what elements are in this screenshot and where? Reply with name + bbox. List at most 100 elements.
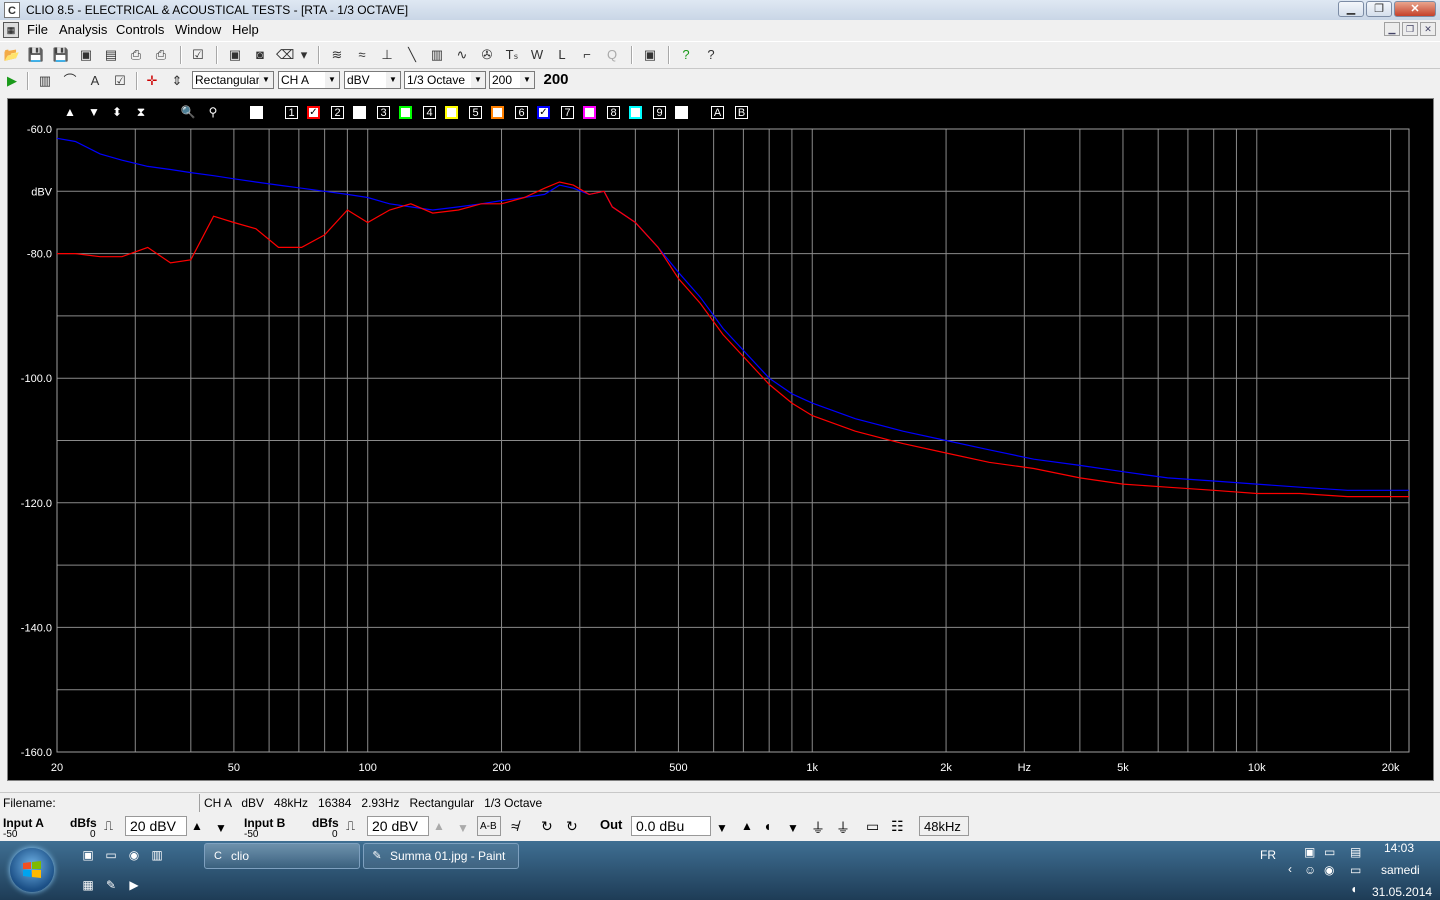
- menu-help[interactable]: Help: [232, 22, 259, 37]
- task-paint[interactable]: ✎ Summa 01.jpg - Paint: [363, 843, 519, 869]
- overlay-slot-8-number[interactable]: 8: [607, 106, 620, 119]
- spectrum-icon[interactable]: ▥: [36, 72, 54, 90]
- quicklaunch-media-icon[interactable]: ▶: [126, 877, 142, 893]
- mdi-document-icon[interactable]: ▦: [3, 22, 19, 38]
- link-icon[interactable]: ▭: [866, 818, 879, 835]
- sine-icon[interactable]: ∿: [453, 46, 471, 64]
- overlay-slot-4-number[interactable]: 4: [423, 106, 436, 119]
- tray-users-icon[interactable]: ☺: [1304, 863, 1316, 877]
- averages-select[interactable]: 200 ▼: [489, 71, 535, 89]
- overlay-slot-2-number[interactable]: 2: [331, 106, 344, 119]
- overlay-slot-2-checkbox[interactable]: [353, 106, 366, 119]
- quicklaunch-paint-icon[interactable]: ✎: [103, 877, 119, 893]
- overlay-slot-9-checkbox[interactable]: [675, 106, 688, 119]
- output-down-icon[interactable]: ▼: [716, 821, 728, 835]
- overlay-slot-6-number[interactable]: 6: [515, 106, 528, 119]
- tray-volume-icon[interactable]: ◖: [1350, 882, 1357, 896]
- clock-day[interactable]: samedi: [1381, 863, 1420, 877]
- speaker-dropdown-icon[interactable]: ▼: [787, 821, 799, 835]
- menu-window[interactable]: Window: [175, 22, 221, 37]
- input-b-range[interactable]: 20 dBV: [367, 816, 429, 836]
- quicklaunch-library-icon[interactable]: ▥: [149, 847, 165, 863]
- scale-up-icon[interactable]: ▲: [63, 105, 77, 121]
- overlay-clear-checkbox[interactable]: [250, 106, 263, 119]
- leq-icon[interactable]: L: [553, 46, 571, 64]
- overlay-slot-9-number[interactable]: 9: [653, 106, 666, 119]
- clock-time[interactable]: 14:03: [1384, 841, 1414, 855]
- sample-rate[interactable]: 48kHz: [919, 816, 969, 836]
- input-a-range[interactable]: 20 dBV: [125, 816, 187, 836]
- scale-down-icon[interactable]: ▼: [87, 105, 101, 121]
- camera-icon[interactable]: ◙: [251, 46, 269, 64]
- phantom-a-icon[interactable]: ⏚: [811, 818, 825, 838]
- overlay-slot-7-number[interactable]: 7: [561, 106, 574, 119]
- multimeter-icon[interactable]: ✇: [478, 46, 496, 64]
- overlay-slot-3-checkbox[interactable]: [399, 106, 412, 119]
- hardware-icon[interactable]: ☷: [891, 818, 904, 835]
- impulse-icon[interactable]: ⊥: [378, 46, 396, 64]
- zoom-out-icon[interactable]: ⚲: [205, 105, 221, 121]
- a-minus-b-button[interactable]: A-B: [477, 816, 501, 836]
- close-button[interactable]: ✕: [1394, 1, 1436, 17]
- waveform-icon[interactable]: ≋: [328, 46, 346, 64]
- decay-icon[interactable]: ╲: [403, 46, 421, 64]
- curve-icon[interactable]: ⌒: [61, 72, 79, 90]
- quicklaunch-browser-icon[interactable]: ◉: [126, 847, 142, 863]
- language-indicator[interactable]: FR: [1260, 848, 1276, 862]
- loop-b-icon[interactable]: ↻: [566, 818, 578, 835]
- print-preview-icon[interactable]: ⎙: [127, 46, 145, 64]
- overlay-b-label[interactable]: B: [735, 106, 748, 119]
- capture-icon[interactable]: ▣: [226, 46, 244, 64]
- play-icon[interactable]: ▶: [3, 72, 21, 90]
- start-button[interactable]: [10, 848, 54, 892]
- overlay-a-label[interactable]: A: [711, 106, 724, 119]
- window-type-select[interactable]: Rectangular ▼: [192, 71, 274, 89]
- loop-a-icon[interactable]: ↻: [541, 818, 553, 835]
- mdi-minimize-button[interactable]: ▁: [1384, 22, 1400, 36]
- sweep-icon[interactable]: ≈: [353, 46, 371, 64]
- expand-icon[interactable]: ⬍: [110, 105, 124, 121]
- tray-network-icon[interactable]: ▭: [1350, 863, 1361, 877]
- eraser-dropdown-icon[interactable]: ▾: [298, 46, 310, 64]
- overlay-slot-1-checkbox[interactable]: ✓: [307, 106, 320, 119]
- menu-controls[interactable]: Controls: [116, 22, 164, 37]
- output-up-icon[interactable]: ▲: [741, 819, 753, 833]
- overlay-slot-5-number[interactable]: 5: [469, 106, 482, 119]
- clock-date[interactable]: 31.05.2014: [1372, 885, 1432, 899]
- rta-chart[interactable]: -60.0 dBV -80.0 -100.0 -120.0 -140.0 -160.0 20…: [8, 99, 1433, 780]
- task-clio[interactable]: Cclio: [204, 843, 360, 869]
- ts-icon[interactable]: Tₛ: [503, 46, 521, 64]
- save-all-icon[interactable]: ▣: [77, 46, 95, 64]
- input-b-down-icon[interactable]: ▼: [457, 821, 469, 835]
- staircase-icon[interactable]: ⌐: [578, 46, 596, 64]
- qc-icon[interactable]: Q: [603, 46, 621, 64]
- settings-check-icon[interactable]: ☑: [111, 72, 129, 90]
- print-icon[interactable]: ⎙: [152, 46, 170, 64]
- minimize-button[interactable]: ▁: [1338, 1, 1364, 17]
- input-a-up-icon[interactable]: ▲: [191, 819, 203, 833]
- quicklaunch-desktop-icon[interactable]: ▣: [80, 847, 96, 863]
- overlay-slot-1-number[interactable]: 1: [285, 106, 298, 119]
- quicklaunch-tool-icon[interactable]: ▦: [80, 877, 96, 893]
- input-a-down-icon[interactable]: ▼: [215, 821, 227, 835]
- overlay-slot-5-checkbox[interactable]: [491, 106, 504, 119]
- channel-select[interactable]: CH A ▼: [278, 71, 340, 89]
- context-help-icon[interactable]: ?: [702, 46, 720, 64]
- overlay-slot-6-checkbox[interactable]: ✓: [537, 106, 550, 119]
- app-icon[interactable]: C: [4, 2, 20, 18]
- menu-analysis[interactable]: Analysis: [59, 22, 107, 37]
- tray-expand-icon[interactable]: ‹: [1288, 862, 1292, 876]
- export-icon[interactable]: ▤: [102, 46, 120, 64]
- bars-icon[interactable]: ▥: [428, 46, 446, 64]
- mdi-restore-button[interactable]: ❐: [1402, 22, 1418, 36]
- ab-compare-icon[interactable]: A: [86, 72, 104, 90]
- menu-file[interactable]: File: [27, 22, 48, 37]
- save-icon[interactable]: 💾: [27, 46, 45, 64]
- cursor-icon[interactable]: ✛: [143, 72, 161, 90]
- tray-monitor-icon[interactable]: ▭: [1324, 845, 1335, 859]
- unit-select[interactable]: dBV ▼: [344, 71, 401, 89]
- input-b-coupling-icon[interactable]: ⎍: [346, 818, 355, 834]
- overlay-slot-8-checkbox[interactable]: [629, 106, 642, 119]
- cursor-move-icon[interactable]: ⇕: [168, 72, 186, 90]
- save-as-icon[interactable]: 💾: [52, 46, 70, 64]
